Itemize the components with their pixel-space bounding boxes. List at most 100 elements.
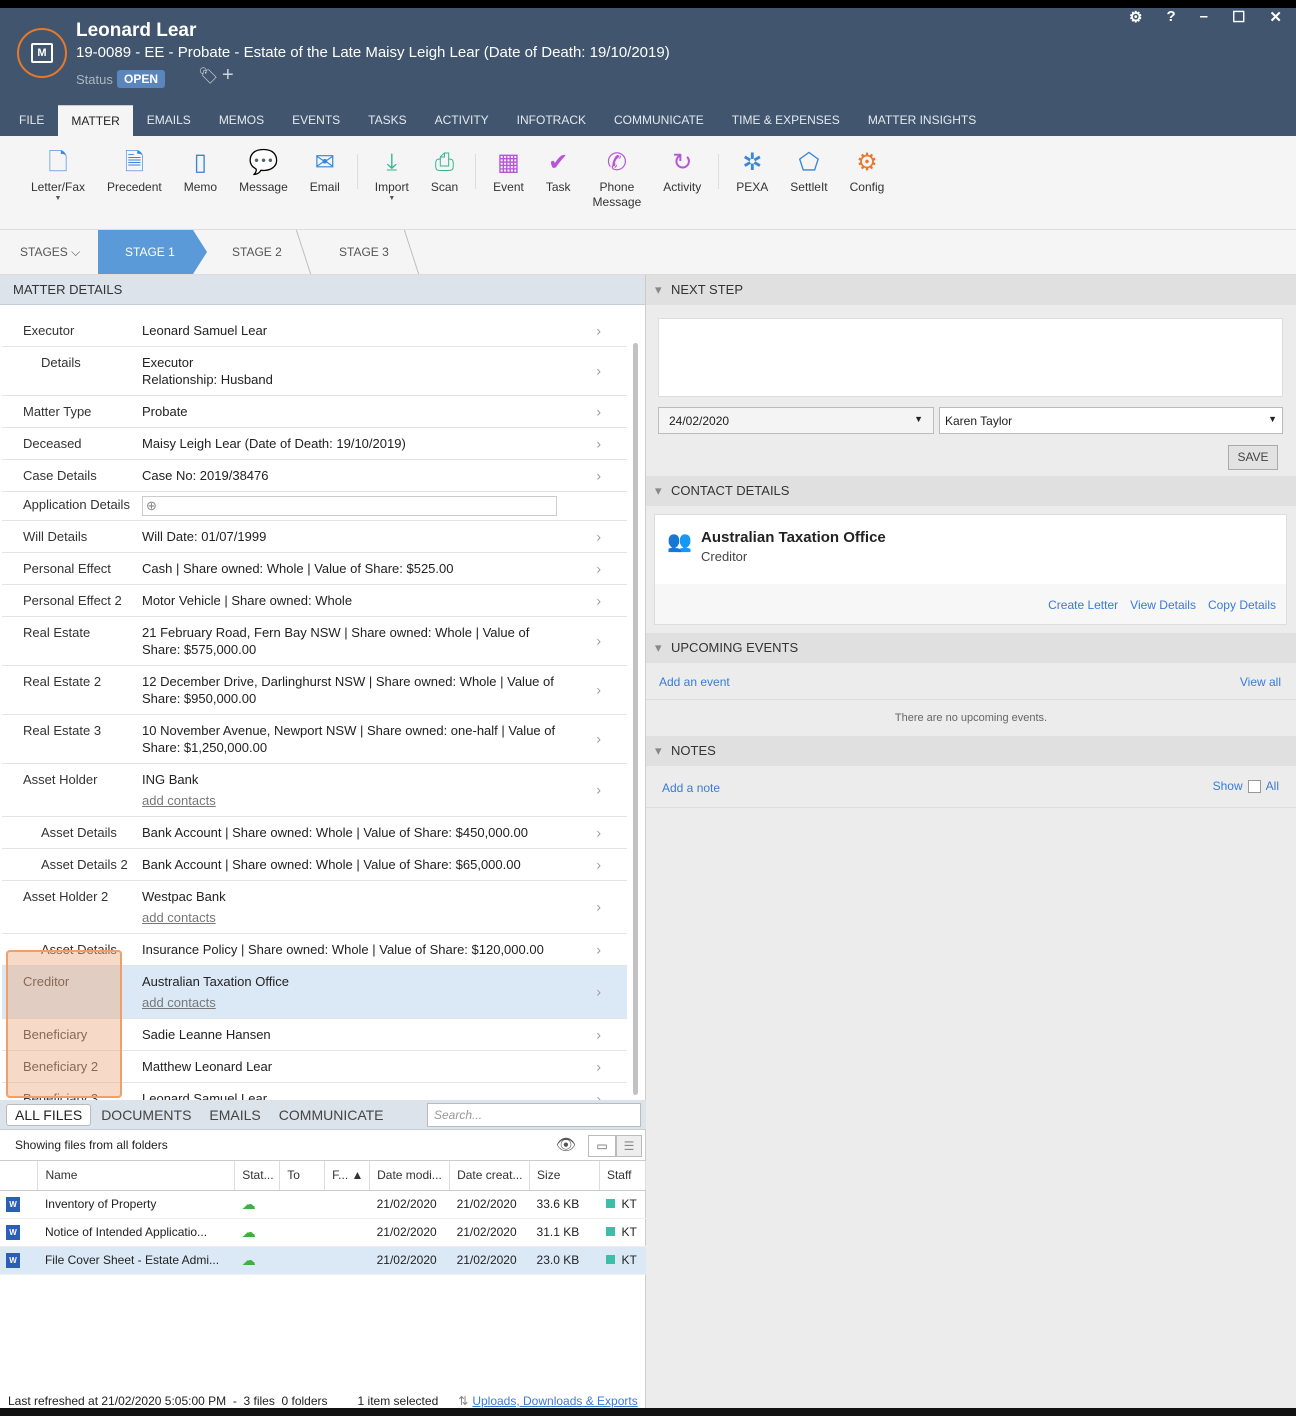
column-header[interactable]: Size <box>529 1161 600 1191</box>
chevron-right-icon[interactable]: › <box>596 782 601 799</box>
tab-matter[interactable]: MATTER <box>58 105 133 136</box>
next-step-header[interactable]: NEXT STEP <box>646 275 1296 305</box>
chevron-right-icon[interactable]: › <box>596 435 601 452</box>
view-all-events-link[interactable]: View all <box>1240 675 1281 689</box>
tab-infotrack[interactable]: INFOTRACK <box>503 105 600 136</box>
tab-tasks[interactable]: TASKS <box>354 105 420 136</box>
chevron-right-icon[interactable]: › <box>596 403 601 420</box>
column-header[interactable]: To <box>279 1161 326 1191</box>
maximize-button[interactable]: ☐ <box>1232 8 1245 26</box>
config-button[interactable]: ⚙ Config <box>839 136 896 229</box>
stage-2[interactable]: STAGE 2 <box>232 230 282 274</box>
tag-icon[interactable]: 🏷 <box>198 66 218 86</box>
memo-button[interactable]: ▯ Memo <box>173 136 228 229</box>
chevron-right-icon[interactable]: › <box>596 984 601 1001</box>
matter-detail-row[interactable]: Personal Effect 2 Motor Vehicle | Share o… <box>2 585 627 617</box>
scrollbar[interactable] <box>633 343 638 1095</box>
view-details-link[interactable]: View Details <box>1130 598 1196 612</box>
chevron-right-icon[interactable]: › <box>596 560 601 577</box>
matter-detail-row[interactable]: Matter Type Probate › <box>2 396 627 428</box>
application-details-input[interactable]: ⊕ <box>142 496 557 516</box>
notes-header[interactable]: NOTES <box>646 736 1296 766</box>
minimize-button[interactable]: – <box>1200 8 1208 26</box>
file-tab-documents[interactable]: DOCUMENTS <box>93 1105 199 1125</box>
chevron-right-icon[interactable]: › <box>596 322 601 339</box>
column-header[interactable]: Stat... <box>234 1161 281 1191</box>
tab-activity[interactable]: ACTIVITY <box>421 105 503 136</box>
message-button[interactable]: 💬 Message <box>228 136 299 229</box>
chevron-right-icon[interactable]: › <box>596 856 601 873</box>
event-button[interactable]: ▦ Event <box>482 136 535 229</box>
matter-detail-row[interactable]: Asset Holder ING Bank add contacts › <box>2 764 627 817</box>
file-tab-emails[interactable]: EMAILS <box>201 1105 268 1125</box>
tab-memos[interactable]: MEMOS <box>205 105 278 136</box>
chevron-right-icon[interactable]: › <box>596 824 601 841</box>
tab-matter-insights[interactable]: MATTER INSIGHTS <box>854 105 990 136</box>
chevron-right-icon[interactable]: › <box>596 363 601 380</box>
matter-detail-row[interactable]: Executor Leonard Samuel Lear › <box>2 315 627 347</box>
chevron-right-icon[interactable]: › <box>596 682 601 699</box>
status-badge[interactable]: OPEN <box>117 70 166 88</box>
eye-icon[interactable]: 👁 <box>556 1130 576 1161</box>
column-header[interactable]: Staff <box>599 1161 647 1191</box>
uploads-link[interactable]: Uploads, Downloads & Exports <box>472 1394 637 1408</box>
chevron-right-icon[interactable]: › <box>596 731 601 748</box>
matter-detail-row[interactable]: Application Details ⊕ <box>2 492 627 521</box>
matter-detail-row[interactable]: Case Details Case No: 2019/38476 › <box>2 460 627 492</box>
add-contacts-link[interactable]: add contacts <box>142 909 567 926</box>
add-note-link[interactable]: Add a note <box>662 781 720 795</box>
matter-detail-row[interactable]: Details Executor Relationship: Husband › <box>2 347 627 396</box>
precedent-button[interactable]: 🗎 Precedent <box>96 136 173 229</box>
tab-communicate[interactable]: COMMUNICATE <box>600 105 718 136</box>
pexa-button[interactable]: ✲ PEXA <box>725 136 779 229</box>
column-header[interactable]: Name <box>37 1161 236 1191</box>
create-letter-link[interactable]: Create Letter <box>1048 598 1118 612</box>
column-header[interactable]: F... ▲ <box>324 1161 371 1191</box>
next-step-date[interactable]: 24/02/2020 ▼ <box>658 407 934 434</box>
contact-details-header[interactable]: CONTACT DETAILS <box>646 476 1296 506</box>
import-button[interactable]: ⤓ Import ▼ <box>364 136 420 229</box>
settleit-button[interactable]: ⬠ SettleIt <box>779 136 838 229</box>
chevron-right-icon[interactable]: › <box>596 899 601 916</box>
save-button[interactable]: SAVE <box>1228 445 1278 470</box>
letter/fax-button[interactable]: 🗋 Letter/Fax ▼ <box>20 136 96 229</box>
folder-view-icon[interactable]: ▭ <box>588 1135 616 1157</box>
help-icon[interactable]: ? <box>1166 8 1175 26</box>
matter-detail-row[interactable]: Real Estate 21 February Road, Fern Bay NS… <box>2 617 627 666</box>
tab-emails[interactable]: EMAILS <box>133 105 205 136</box>
phone-message-button[interactable]: ✆ Phone Message <box>582 136 653 229</box>
list-view-icon[interactable]: ☰ <box>616 1135 642 1157</box>
add-contacts-link[interactable]: add contacts <box>142 792 567 809</box>
matter-detail-row[interactable]: Will Details Will Date: 01/07/1999 › <box>2 521 627 553</box>
matter-detail-row[interactable]: Real Estate 3 10 November Avenue, Newport… <box>2 715 627 764</box>
column-header[interactable]: Date modi... <box>369 1161 451 1191</box>
task-button[interactable]: ✔ Task <box>535 136 582 229</box>
chevron-right-icon[interactable]: › <box>596 941 601 958</box>
add-circle-icon[interactable]: ⊕ <box>146 498 157 513</box>
column-header[interactable] <box>0 1161 39 1191</box>
matter-detail-row[interactable]: Asset Holder 2 Westpac Bank add contacts › <box>2 881 627 934</box>
column-header[interactable]: Date creat... <box>449 1161 531 1191</box>
close-button[interactable]: ✕ <box>1269 8 1282 26</box>
email-button[interactable]: ✉ Email <box>299 136 351 229</box>
chevron-right-icon[interactable]: › <box>596 633 601 650</box>
file-row[interactable]: W Inventory of Property ☁ 21/02/2020 21/02/2… <box>0 1190 646 1219</box>
stage-3[interactable]: STAGE 3 <box>339 230 389 274</box>
chevron-right-icon[interactable]: › <box>596 1026 601 1043</box>
activity-button[interactable]: ↻ Activity <box>652 136 712 229</box>
assignee-select[interactable]: Karen Taylor ▼ <box>939 407 1283 434</box>
upcoming-events-header[interactable]: UPCOMING EVENTS <box>646 633 1296 663</box>
stages-dropdown[interactable]: STAGES ⌵ <box>20 230 80 274</box>
add-contacts-link[interactable]: add contacts <box>142 994 567 1011</box>
chevron-right-icon[interactable]: › <box>596 528 601 545</box>
file-row[interactable]: W File Cover Sheet - Estate Admi... ☁ 21/02… <box>0 1246 646 1275</box>
chevron-right-icon[interactable]: › <box>596 467 601 484</box>
tab-time-expenses[interactable]: TIME & EXPENSES <box>718 105 854 136</box>
tab-events[interactable]: EVENTS <box>278 105 354 136</box>
add-event-link[interactable]: Add an event <box>659 675 730 689</box>
tab-file[interactable]: FILE <box>0 105 58 136</box>
add-tag-button[interactable]: + <box>222 64 234 87</box>
show-all-checkbox[interactable] <box>1247 779 1261 793</box>
file-tab-all-files[interactable]: ALL FILES <box>6 1103 92 1126</box>
matter-detail-row[interactable]: Deceased Maisy Leigh Lear (Date of Death:… <box>2 428 627 460</box>
